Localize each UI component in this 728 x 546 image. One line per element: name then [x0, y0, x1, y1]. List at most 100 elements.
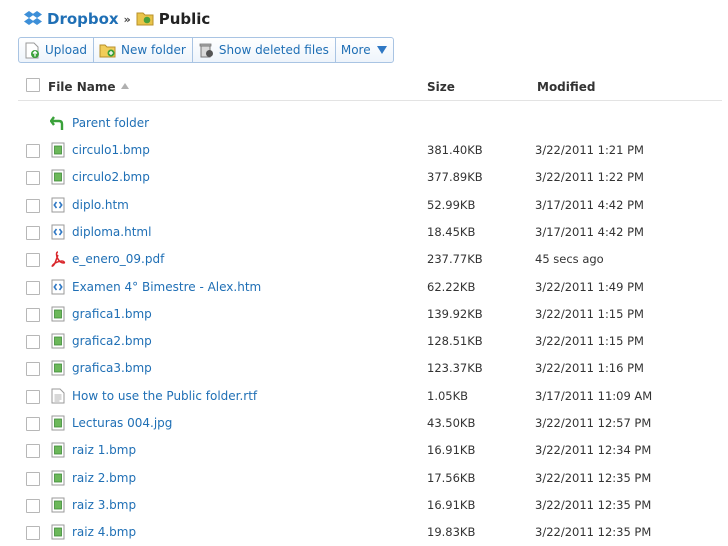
file-row[interactable]: Examen 4° Bimestre - Alex.htm 62.22KB 3/22… [18, 274, 722, 301]
file-row[interactable]: grafica2.bmp 128.51KB 3/22/2011 1:15 PM [18, 328, 722, 355]
file-modified: 3/22/2011 12:34 PM [535, 443, 652, 458]
file-row[interactable]: grafica3.bmp 123.37KB 3/22/2011 1:16 PM [18, 355, 722, 382]
file-checkbox[interactable] [26, 417, 40, 431]
file-name-link[interactable]: diplo.htm [72, 198, 129, 212]
file-modified: 3/22/2011 1:16 PM [535, 361, 644, 376]
page-title: Public [158, 10, 211, 28]
file-checkbox[interactable] [26, 225, 40, 240]
new-folder-icon [99, 44, 116, 57]
column-modified[interactable]: Modified [537, 80, 596, 94]
file-name-link[interactable]: Examen 4° Bimestre - Alex.htm [72, 280, 261, 294]
file-row[interactable]: Lecturas 004.jpg 43.50KB 3/22/2011 12:57 P… [18, 410, 722, 437]
file-row[interactable]: How to use the Public folder.rtf 1.05KB 3/… [18, 383, 722, 410]
public-folder-icon [136, 10, 154, 29]
file-size: 62.22KB [427, 279, 476, 294]
document-file-icon [50, 388, 66, 404]
file-name-link[interactable]: raiz 2.bmp [72, 471, 136, 485]
file-checkbox[interactable] [26, 471, 40, 486]
file-row[interactable]: diplo.htm 52.99KB 3/17/2011 4:42 PM [18, 192, 722, 219]
new-folder-button[interactable]: New folder [93, 37, 193, 63]
file-modified: 3/22/2011 12:35 PM [535, 525, 652, 540]
more-label: More [340, 43, 371, 57]
file-row[interactable]: raiz 2.bmp 17.56KB 3/22/2011 12:35 PM [18, 465, 722, 492]
image-file-icon [50, 470, 66, 486]
dropbox-public-folder-page: Dropbox » Public Upload New folder Show … [0, 0, 728, 546]
file-checkbox[interactable] [26, 198, 40, 213]
file-modified: 3/22/2011 12:35 PM [535, 470, 652, 485]
upload-label: Upload [45, 43, 88, 57]
image-file-icon [50, 306, 66, 322]
breadcrumb: Dropbox » Public [24, 8, 210, 30]
file-modified: 3/22/2011 1:15 PM [535, 334, 644, 349]
file-name-link[interactable]: diploma.html [72, 225, 151, 239]
breadcrumb-dropbox-link[interactable]: Dropbox [47, 10, 119, 28]
file-name-link[interactable]: e_enero_09.pdf [72, 252, 164, 266]
file-name-link[interactable]: circulo1.bmp [72, 143, 150, 157]
file-row[interactable]: circulo1.bmp 381.40KB 3/22/2011 1:21 PM [18, 137, 722, 164]
file-name-link[interactable]: raiz 4.bmp [72, 525, 136, 539]
file-size: 237.77KB [427, 252, 483, 267]
file-name-link[interactable]: grafica1.bmp [72, 307, 152, 321]
file-name-link[interactable]: raiz 3.bmp [72, 498, 136, 512]
more-dropdown-button[interactable]: More [334, 37, 394, 63]
breadcrumb-separator: » [123, 12, 131, 26]
file-row[interactable]: raiz 4.bmp 19.83KB 3/22/2011 12:35 PM [18, 519, 722, 546]
file-name-link[interactable]: circulo2.bmp [72, 170, 150, 184]
upload-icon [25, 42, 39, 58]
file-checkbox[interactable] [26, 144, 40, 158]
file-modified: 3/22/2011 1:22 PM [535, 170, 644, 185]
image-file-icon [50, 442, 66, 458]
file-checkbox[interactable] [26, 362, 40, 377]
file-row[interactable]: raiz 3.bmp 16.91KB 3/22/2011 12:35 PM [18, 492, 722, 519]
show-deleted-files-button[interactable]: Show deleted files [191, 37, 336, 63]
column-file-name[interactable]: File Name [48, 80, 129, 94]
file-row[interactable]: e_enero_09.pdf 237.77KB 45 secs ago [18, 246, 722, 273]
trash-icon [199, 43, 213, 58]
parent-folder-link[interactable]: Parent folder [72, 116, 149, 130]
file-row[interactable]: diploma.html 18.45KB 3/17/2011 4:42 PM [18, 219, 722, 246]
file-modified: 3/22/2011 1:21 PM [535, 143, 644, 157]
file-size: 381.40KB [427, 143, 483, 157]
parent-folder-row[interactable]: Parent folder [18, 110, 722, 137]
dropbox-logo-icon[interactable] [24, 10, 42, 29]
file-checkbox[interactable] [26, 280, 40, 295]
show-deleted-files-label: Show deleted files [218, 43, 329, 57]
file-checkbox[interactable] [26, 498, 40, 513]
file-row[interactable]: circulo2.bmp 377.89KB 3/22/2011 1:22 PM [18, 164, 722, 191]
image-file-icon [50, 360, 66, 376]
image-file-icon [50, 524, 66, 540]
file-size: 19.83KB [427, 525, 476, 540]
file-checkbox[interactable] [26, 444, 40, 459]
file-name-link[interactable]: grafica3.bmp [72, 361, 152, 375]
file-checkbox[interactable] [26, 389, 40, 404]
html-file-icon [50, 279, 66, 295]
file-row[interactable]: grafica1.bmp 139.92KB 3/22/2011 1:15 PM [18, 301, 722, 328]
file-size: 1.05KB [427, 388, 469, 403]
image-file-icon [50, 142, 66, 158]
upload-button[interactable]: Upload [18, 37, 95, 63]
file-list-header: File Name Size Modified [18, 76, 722, 101]
file-size: 123.37KB [427, 361, 483, 376]
file-size: 18.45KB [427, 224, 476, 239]
file-checkbox[interactable] [26, 335, 40, 350]
image-file-icon [50, 333, 66, 349]
image-file-icon [50, 415, 66, 431]
file-name-link[interactable]: How to use the Public folder.rtf [72, 389, 257, 403]
toolbar: Upload New folder Show deleted files Mor… [18, 37, 394, 63]
image-file-icon [50, 169, 66, 185]
sort-ascending-icon [120, 83, 129, 89]
file-row[interactable]: raiz 1.bmp 16.91KB 3/22/2011 12:34 PM [18, 437, 722, 464]
file-size: 128.51KB [427, 334, 483, 349]
file-checkbox[interactable] [26, 171, 40, 186]
file-name-link[interactable]: Lecturas 004.jpg [72, 416, 172, 430]
file-modified: 3/17/2011 11:09 AM [535, 388, 653, 403]
select-all-checkbox[interactable] [26, 78, 40, 92]
file-modified: 45 secs ago [535, 252, 604, 267]
file-name-link[interactable]: raiz 1.bmp [72, 443, 136, 457]
file-name-link[interactable]: grafica2.bmp [72, 334, 152, 348]
column-size[interactable]: Size [427, 80, 455, 94]
file-checkbox[interactable] [26, 526, 40, 541]
file-checkbox[interactable] [26, 307, 40, 322]
file-checkbox[interactable] [26, 253, 40, 268]
dropdown-arrow-icon [376, 46, 387, 54]
